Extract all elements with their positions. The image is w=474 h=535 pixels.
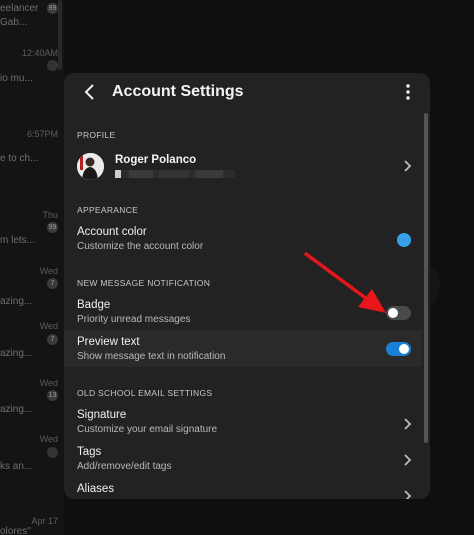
aliases-row[interactable]: Aliases (64, 480, 422, 499)
bg-time: Wed (39, 321, 58, 331)
chevron-right-icon (404, 490, 412, 499)
bg-snippet: io mu... (0, 73, 33, 84)
bg-badge: 99 (47, 222, 58, 233)
bg-time: 12:40AM (21, 48, 58, 58)
badge-toggle[interactable] (386, 306, 411, 320)
bg-snippet: azing... (0, 348, 33, 359)
bg-time: Apr 17 (31, 516, 58, 526)
bg-time: 6:57PM (26, 129, 58, 139)
tags-subtitle: Add/remove/edit tags (77, 461, 172, 472)
bg-snippet: ks an... (0, 461, 33, 472)
avatar-image (77, 153, 104, 180)
background-scrollbar (58, 0, 62, 70)
chevron-right-icon (404, 454, 412, 466)
background-message-list: eelancer 99 Gab... 12:40AM io mu... 6:57… (0, 0, 64, 535)
toggle-knob (399, 344, 409, 354)
section-label-old-school: OLD SCHOOL EMAIL SETTINGS (77, 388, 213, 398)
preview-text-subtitle: Show message text in notification (77, 351, 226, 362)
dialog-header: Account Settings (64, 73, 430, 111)
bg-snippet: eelancer (0, 3, 39, 14)
bg-snippet: olores" (0, 526, 31, 535)
aliases-title: Aliases (77, 483, 115, 495)
more-options-icon[interactable] (400, 83, 416, 101)
bg-badge: 7 (47, 278, 58, 289)
bg-badge: 13 (47, 390, 58, 401)
bg-snippet: e to ch... (0, 153, 39, 164)
bg-badge: 99 (47, 3, 58, 14)
badge-subtitle: Priority unread messages (77, 314, 191, 325)
chevron-right-icon (404, 160, 412, 172)
page-title: Account Settings (112, 83, 244, 100)
bg-unread-dot (47, 447, 58, 458)
preview-text-title: Preview text (77, 336, 140, 348)
section-label-profile: PROFILE (77, 130, 116, 140)
tags-title: Tags (77, 446, 102, 458)
bg-snippet: m lets... (0, 235, 36, 246)
bg-time: Wed (39, 434, 58, 444)
section-label-notifications: NEW MESSAGE NOTIFICATION (77, 278, 211, 288)
bg-badge: 7 (47, 334, 58, 345)
back-arrow-icon[interactable] (82, 83, 98, 101)
bg-time: Thu (42, 210, 58, 220)
bg-snippet: Gab... (0, 17, 28, 28)
toggle-knob (388, 308, 398, 318)
signature-title: Signature (77, 409, 127, 421)
signature-subtitle: Customize your email signature (77, 424, 218, 435)
bg-time: Wed (39, 266, 58, 276)
badge-title: Badge (77, 299, 111, 311)
badge-row[interactable]: Badge Priority unread messages (64, 295, 422, 329)
dialog-scrollbar[interactable] (424, 113, 428, 443)
profile-row[interactable]: Roger Polanco (64, 146, 422, 186)
preview-text-toggle[interactable] (386, 342, 411, 356)
account-color-title: Account color (77, 226, 147, 238)
preview-text-row[interactable]: Preview text Show message text in notifi… (64, 332, 422, 366)
bg-time: Wed (39, 378, 58, 388)
profile-name: Roger Polanco (115, 154, 197, 166)
bg-snippet: azing... (0, 404, 33, 415)
avatar (77, 153, 104, 180)
account-settings-dialog: Account Settings PROFILE Roger Polanco A… (64, 73, 430, 499)
account-color-subtitle: Customize the account color (77, 241, 204, 252)
tags-row[interactable]: Tags Add/remove/edit tags (64, 443, 422, 477)
bg-unread-dot (47, 60, 58, 71)
account-color-swatch[interactable] (397, 233, 411, 247)
section-label-appearance: APPEARANCE (77, 205, 139, 215)
bg-snippet: azing... (0, 296, 33, 307)
chevron-right-icon (404, 418, 412, 430)
signature-row[interactable]: Signature Customize your email signature (64, 406, 422, 440)
account-color-row[interactable]: Account color Customize the account colo… (64, 223, 422, 259)
redacted-email (115, 170, 235, 178)
